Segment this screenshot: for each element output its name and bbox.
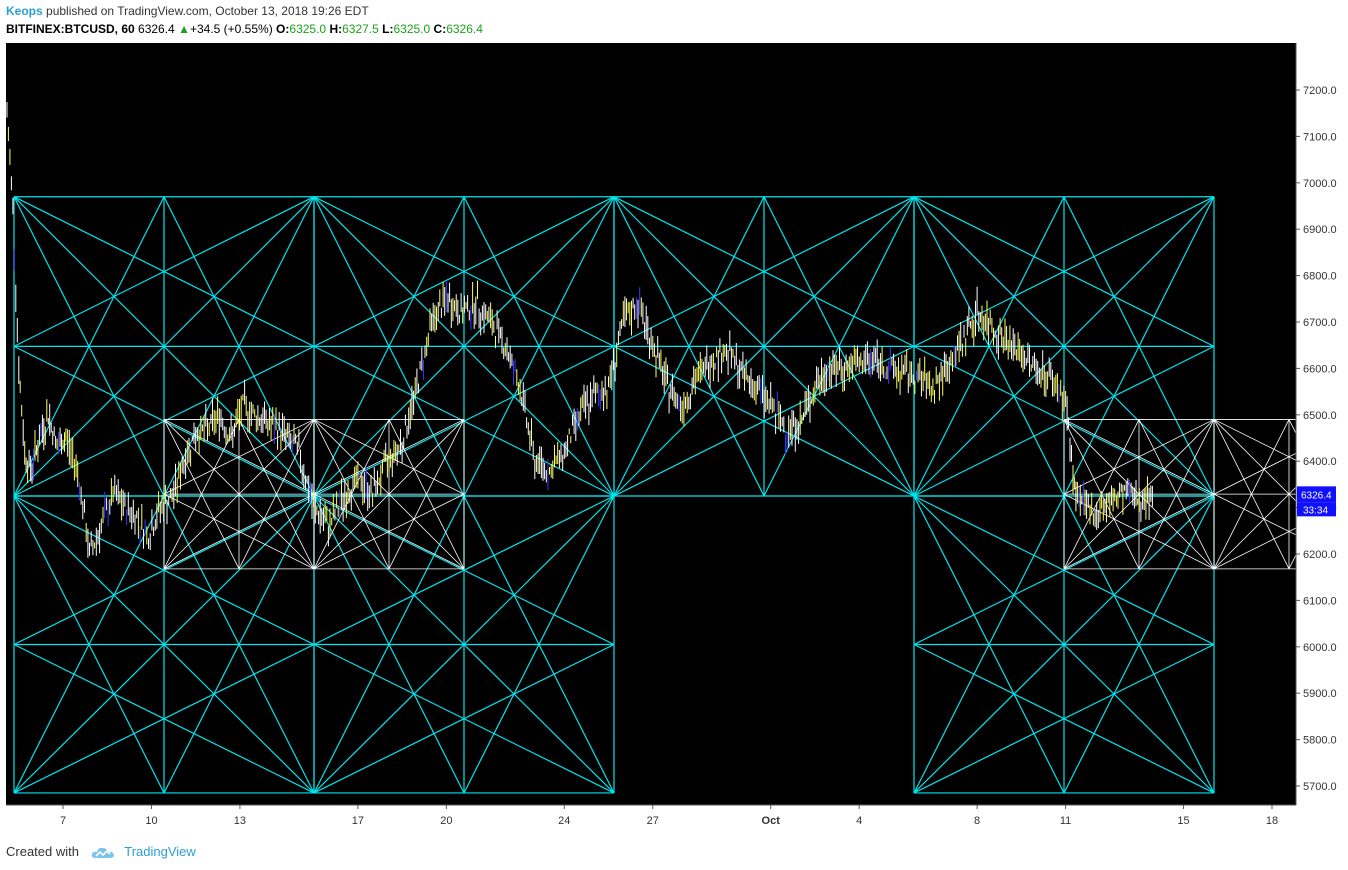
x-tick-label: 18 xyxy=(1266,815,1278,827)
x-tick-label: 17 xyxy=(352,815,364,827)
x-tick-label: 8 xyxy=(974,815,980,827)
up-arrow-icon: ▲ xyxy=(178,22,190,36)
low-label: L: xyxy=(382,22,394,36)
author-link[interactable]: Keops xyxy=(6,4,43,18)
y-tick-label: 6500.0 xyxy=(1303,410,1337,422)
tradingview-cloud-icon[interactable] xyxy=(91,846,115,860)
x-tick-label: 15 xyxy=(1177,815,1189,827)
current-price-value: 6326.4 xyxy=(1301,490,1332,501)
x-tick-label: 20 xyxy=(440,815,452,827)
y-tick-label: 6200.0 xyxy=(1303,549,1337,561)
open-label: O: xyxy=(276,22,290,36)
x-tick-label: 13 xyxy=(234,815,246,827)
y-tick-label: 6600.0 xyxy=(1303,363,1337,375)
chart-area[interactable]: 7200.0 7100.0 7000.0 6900.0 6800.0 6700.0 6600… xyxy=(6,43,1340,833)
y-tick-label: 6100.0 xyxy=(1303,595,1337,607)
y-tick-label: 5700.0 xyxy=(1303,781,1337,793)
published-text: published on TradingView.com, October 13… xyxy=(46,4,369,18)
x-tick-label: 11 xyxy=(1060,815,1071,827)
close-label: C: xyxy=(433,22,447,36)
last-price: 6326.4 xyxy=(138,22,175,36)
x-tick-label: 7 xyxy=(60,815,66,827)
high-value: 6327.5 xyxy=(342,22,379,36)
y-tick-label: 5800.0 xyxy=(1303,735,1337,747)
price-tag-layer: 6326.4 33:34 xyxy=(1297,486,1336,517)
y-tick-label: 7100.0 xyxy=(1303,131,1337,143)
price-chart[interactable]: 7200.0 7100.0 7000.0 6900.0 6800.0 6700.0 6600… xyxy=(6,43,1340,833)
created-with-text: Created with xyxy=(6,844,79,859)
y-tick-label: 7200.0 xyxy=(1303,85,1337,97)
x-tick-label: 4 xyxy=(856,815,862,827)
y-tick-label: 6400.0 xyxy=(1303,456,1337,468)
x-tick-label: 27 xyxy=(647,815,659,827)
high-label: H: xyxy=(329,22,343,36)
open-value: 6325.0 xyxy=(289,22,327,36)
y-tick-label: 6800.0 xyxy=(1303,271,1337,283)
x-tick-label: 24 xyxy=(558,815,570,827)
x-tick-label: 10 xyxy=(145,815,157,827)
y-tick-label: 6700.0 xyxy=(1303,317,1337,329)
symbol-legend: BITFINEX:BTCUSD, 60 6326.4 ▲+34.5 (+0.55… xyxy=(6,22,483,36)
bar-countdown-value: 33:34 xyxy=(1303,505,1328,516)
y-tick-label: 7000.0 xyxy=(1303,178,1337,190)
footer: Created with TradingView xyxy=(6,844,196,860)
publish-info: Keops published on TradingView.com, Octo… xyxy=(6,4,369,18)
price-change: +34.5 (+0.55%) xyxy=(189,22,273,36)
symbol-label[interactable]: BITFINEX:BTCUSD, 60 xyxy=(6,22,135,36)
price-axis-background xyxy=(1296,43,1340,833)
close-value: 6326.4 xyxy=(446,22,483,36)
tradingview-brand-link[interactable]: TradingView xyxy=(124,844,196,859)
low-value: 6325.0 xyxy=(393,22,431,36)
y-tick-label: 6900.0 xyxy=(1303,224,1337,236)
x-tick-label: Oct xyxy=(762,815,781,827)
y-tick-label: 6000.0 xyxy=(1303,642,1337,654)
y-tick-label: 5900.0 xyxy=(1303,688,1337,700)
